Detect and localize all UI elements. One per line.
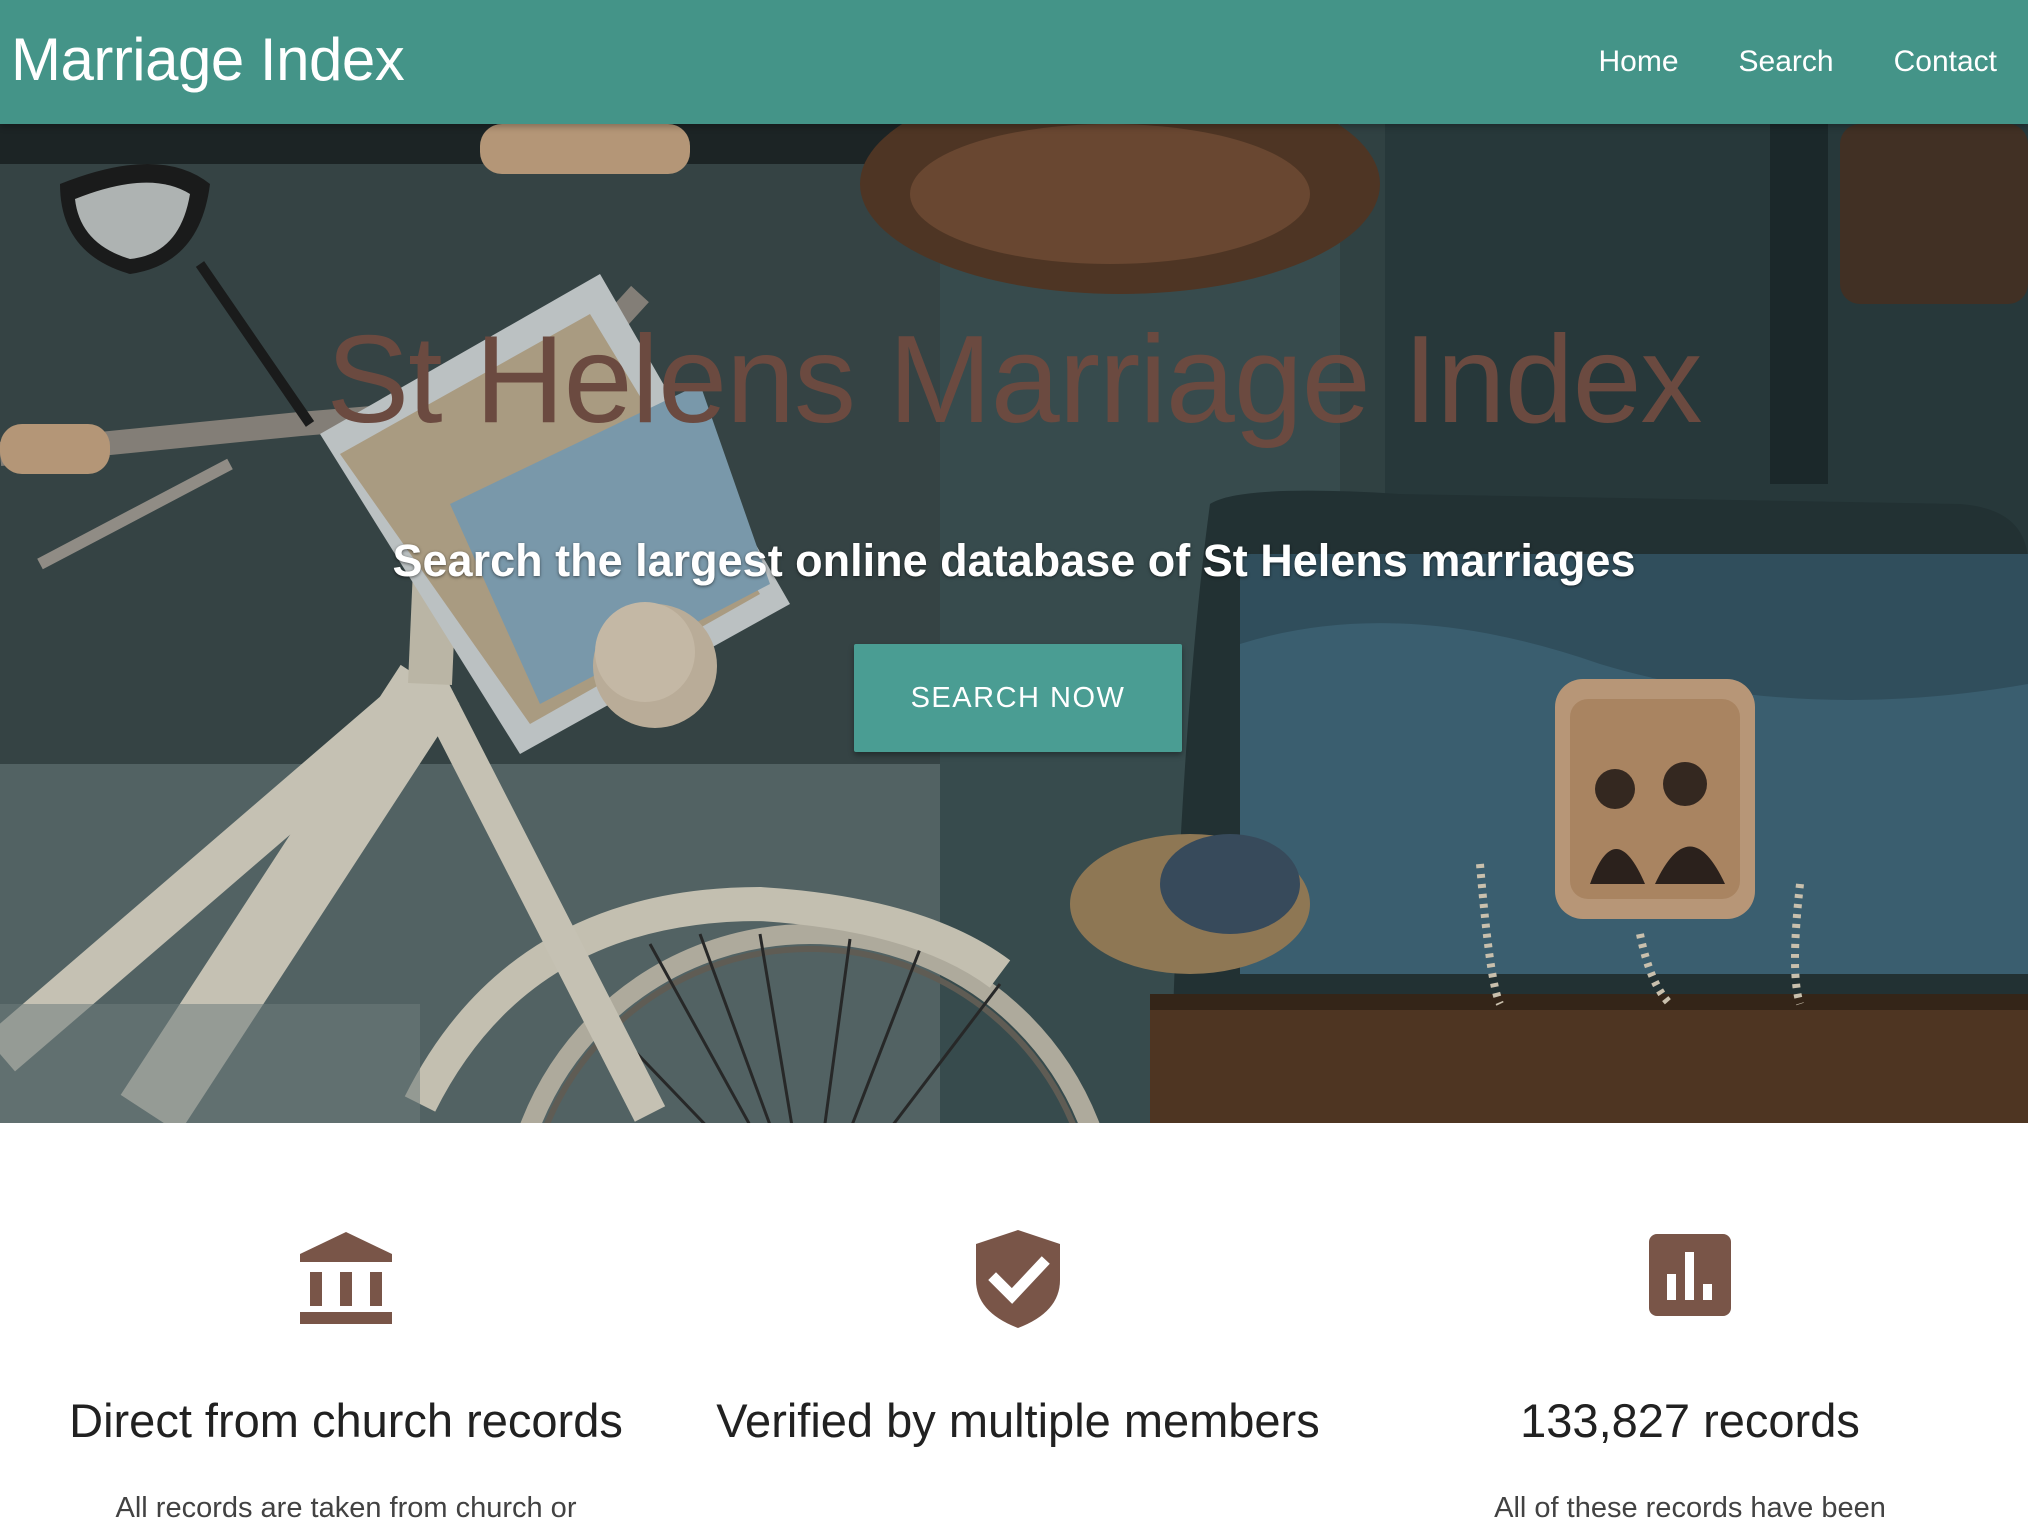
feature-text: All of these records have been (1494, 1492, 1886, 1524)
features-section: Direct from church records All records a… (0, 1123, 2028, 1524)
hero-background-photo (0, 124, 2028, 1123)
brand-logo[interactable]: Marriage Index (11, 22, 405, 98)
feature-title: Direct from church records (69, 1394, 623, 1447)
nav-link-contact[interactable]: Contact (1894, 0, 1997, 124)
verified-shield-icon (698, 1228, 1338, 1338)
institution-icon (26, 1228, 666, 1338)
nav-link-home[interactable]: Home (1599, 0, 1679, 124)
bar-chart-icon (1370, 1228, 2010, 1338)
nav-link-search[interactable]: Search (1739, 0, 1834, 124)
feature-title: 133,827 records (1520, 1394, 1860, 1447)
feature-text: All records are taken from church or (115, 1492, 577, 1524)
navbar: Marriage Index Home Search Contact (0, 0, 2028, 124)
hero-subtitle: Search the largest online database of St… (392, 535, 1636, 586)
nav-links: Home Search Contact (1539, 0, 1997, 124)
hero-title: St Helens Marriage Index (326, 311, 1702, 449)
feature-title: Verified by multiple members (716, 1394, 1320, 1447)
search-now-button[interactable]: SEARCH NOW (854, 644, 1182, 752)
hero-section: St Helens Marriage Index Search the larg… (0, 124, 2028, 1123)
